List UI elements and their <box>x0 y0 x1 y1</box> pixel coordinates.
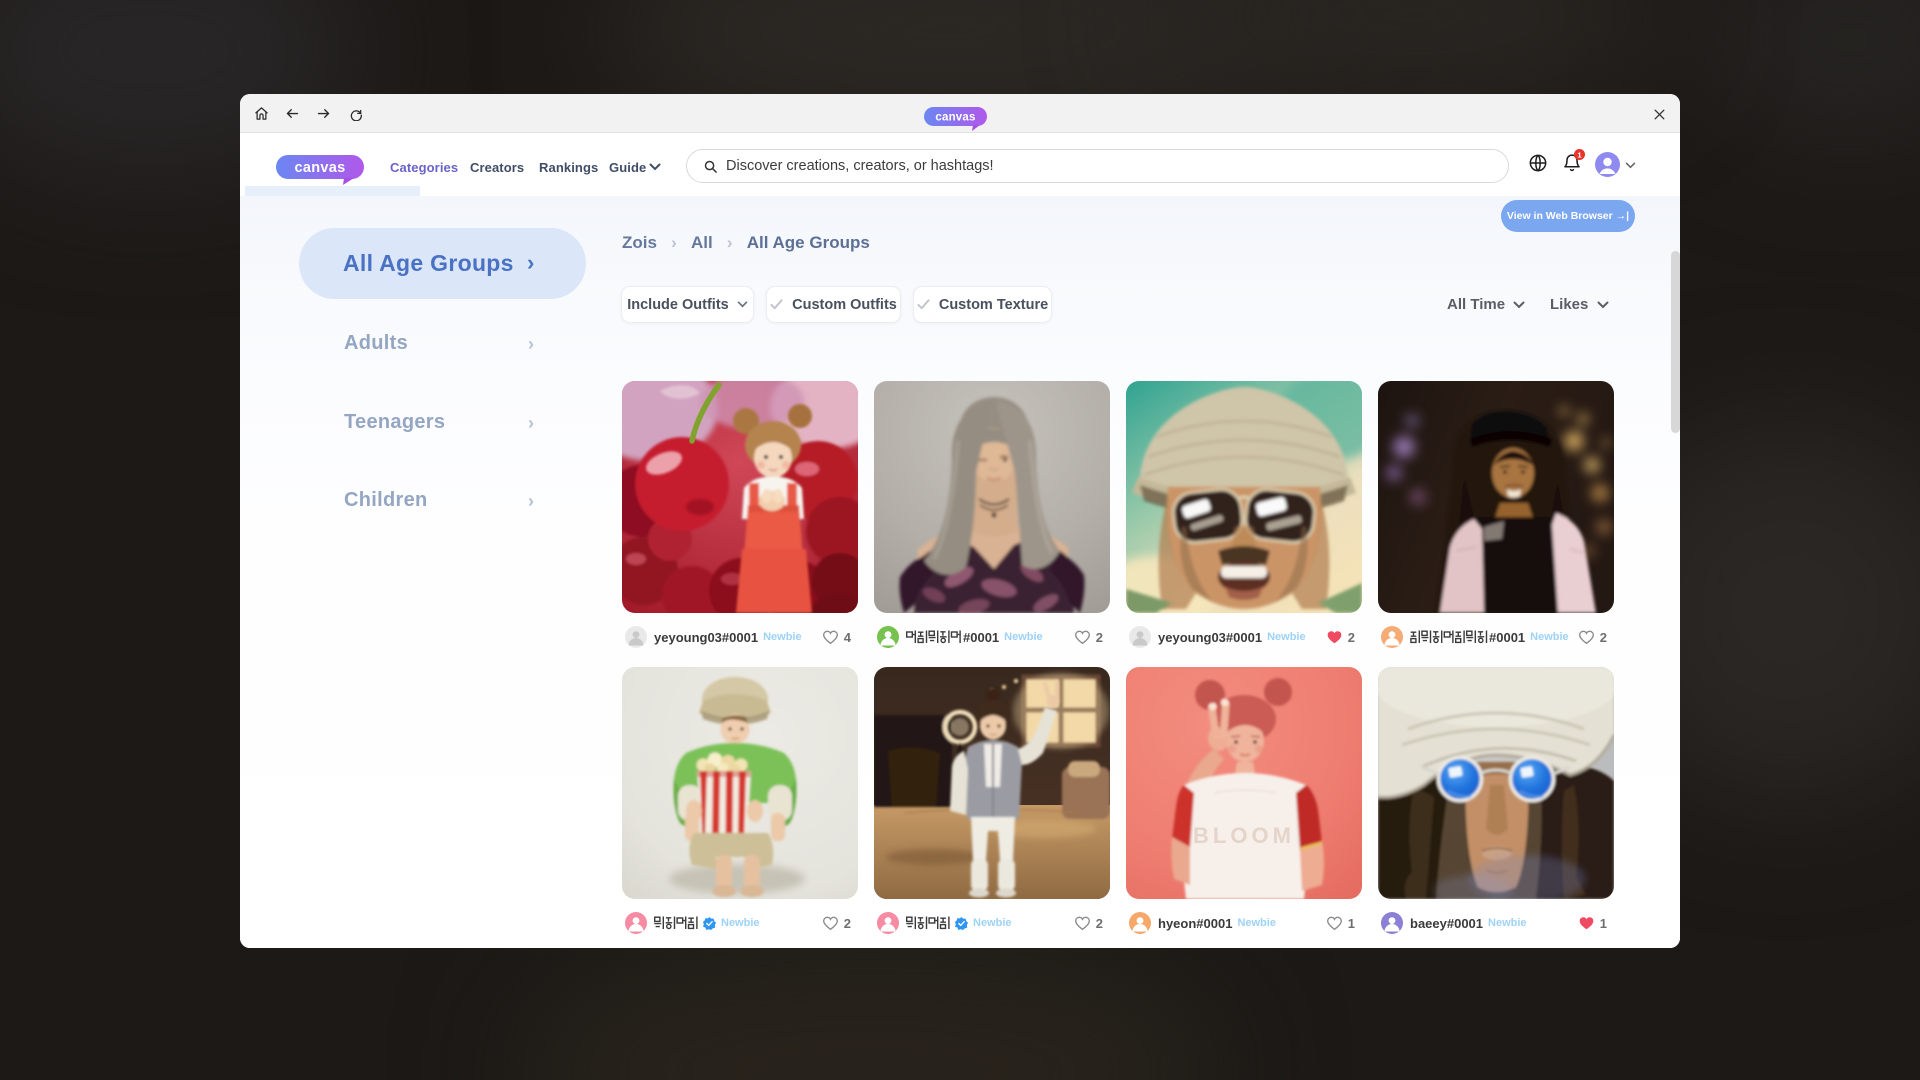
svg-text:canvas: canvas <box>295 160 346 176</box>
svg-text:BLOOM: BLOOM <box>1193 823 1295 848</box>
svg-text:canvas: canvas <box>935 112 975 124</box>
